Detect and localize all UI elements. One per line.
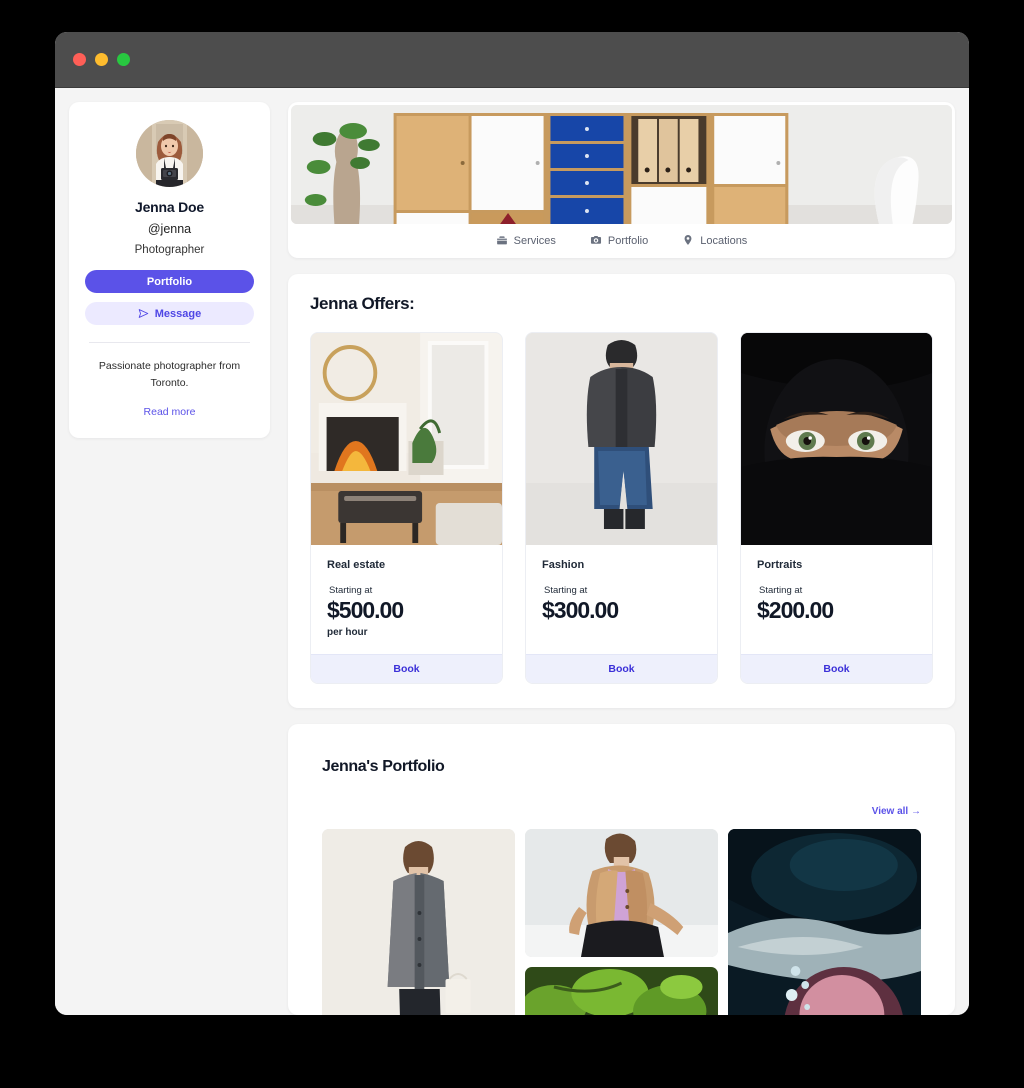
portfolio-column bbox=[525, 829, 718, 1015]
offers-grid: Real estate Starting at $500.00 per hour… bbox=[310, 332, 933, 684]
offer-body: Portraits Starting at $200.00 bbox=[741, 545, 932, 654]
profile-role: Photographer bbox=[134, 244, 205, 256]
send-icon bbox=[138, 308, 149, 319]
offer-image bbox=[741, 333, 932, 545]
nav-item-services-label: Services bbox=[513, 235, 556, 247]
nav-item-portfolio-label: Portfolio bbox=[607, 235, 649, 247]
offer-category: Fashion bbox=[542, 559, 585, 571]
minimize-window-button[interactable] bbox=[95, 53, 108, 66]
sidebar-divider bbox=[89, 342, 250, 343]
camera-icon bbox=[590, 234, 602, 249]
nav-item-locations[interactable]: Locations bbox=[682, 234, 747, 249]
offer-category: Portraits bbox=[757, 559, 803, 571]
portfolio-card: Jenna's Portfolio View all → bbox=[288, 724, 955, 1015]
offer-starting-label: Starting at bbox=[544, 585, 588, 596]
offer-body: Fashion Starting at $300.00 bbox=[526, 545, 717, 654]
briefcase-icon bbox=[496, 234, 508, 249]
offer-image bbox=[526, 333, 717, 545]
offer-card-portraits[interactable]: Portraits Starting at $200.00 Book bbox=[740, 332, 933, 684]
portfolio-item[interactable] bbox=[525, 829, 718, 957]
offer-price: $200.00 bbox=[757, 597, 834, 623]
profile-nav: Services Portfolio Locations bbox=[288, 224, 955, 258]
view-all-link[interactable]: View all → bbox=[322, 806, 921, 817]
banner-card: Services Portfolio Locations bbox=[288, 102, 955, 258]
close-window-button[interactable] bbox=[73, 53, 86, 66]
book-button[interactable]: Book bbox=[526, 654, 717, 683]
read-more-link[interactable]: Read more bbox=[85, 406, 254, 418]
book-button[interactable]: Book bbox=[311, 654, 502, 683]
main-content: Services Portfolio Locations Jenna Offer… bbox=[288, 102, 955, 1015]
nav-item-locations-label: Locations bbox=[700, 235, 748, 247]
app-body: Jenna Doe @jenna Photographer Portfolio … bbox=[55, 88, 969, 1015]
portfolio-button[interactable]: Portfolio bbox=[85, 270, 254, 293]
offer-unit: per hour bbox=[327, 627, 368, 638]
offers-title: Jenna Offers: bbox=[310, 294, 415, 313]
map-pin-icon bbox=[682, 234, 694, 249]
offer-price: $300.00 bbox=[542, 597, 619, 623]
offer-starting-label: Starting at bbox=[759, 585, 803, 596]
message-button-label: Message bbox=[154, 307, 202, 320]
message-button[interactable]: Message bbox=[85, 302, 254, 325]
offers-card: Jenna Offers: Real estate Starting at $5… bbox=[288, 274, 955, 708]
profile-sidebar: Jenna Doe @jenna Photographer Portfolio … bbox=[69, 102, 270, 1015]
profile-card: Jenna Doe @jenna Photographer Portfolio … bbox=[69, 102, 270, 438]
profile-handle: @jenna bbox=[147, 222, 192, 236]
offer-card-real-estate[interactable]: Real estate Starting at $500.00 per hour… bbox=[310, 332, 503, 684]
portfolio-item[interactable] bbox=[728, 829, 921, 1015]
portfolio-grid bbox=[322, 829, 921, 1015]
offer-image bbox=[311, 333, 502, 545]
browser-window: Jenna Doe @jenna Photographer Portfolio … bbox=[55, 32, 969, 1015]
nav-item-portfolio[interactable]: Portfolio bbox=[590, 234, 648, 249]
offer-card-fashion[interactable]: Fashion Starting at $300.00 Book bbox=[525, 332, 718, 684]
banner-image bbox=[291, 105, 952, 224]
profile-name: Jenna Doe bbox=[135, 199, 204, 215]
portfolio-title: Jenna's Portfolio bbox=[322, 758, 445, 775]
profile-bio: Passionate photographer from Toronto. bbox=[98, 360, 241, 390]
portfolio-item[interactable] bbox=[525, 967, 718, 1015]
portfolio-button-label: Portfolio bbox=[146, 275, 193, 288]
offer-category: Real estate bbox=[327, 559, 386, 571]
portfolio-item[interactable] bbox=[322, 829, 515, 1015]
window-titlebar bbox=[55, 32, 969, 88]
avatar bbox=[136, 120, 203, 187]
offer-body: Real estate Starting at $500.00 per hour bbox=[311, 545, 502, 654]
maximize-window-button[interactable] bbox=[117, 53, 130, 66]
offer-price: $500.00 bbox=[327, 597, 404, 623]
nav-item-services[interactable]: Services bbox=[496, 234, 556, 249]
book-button[interactable]: Book bbox=[741, 654, 932, 683]
offer-starting-label: Starting at bbox=[329, 585, 373, 596]
